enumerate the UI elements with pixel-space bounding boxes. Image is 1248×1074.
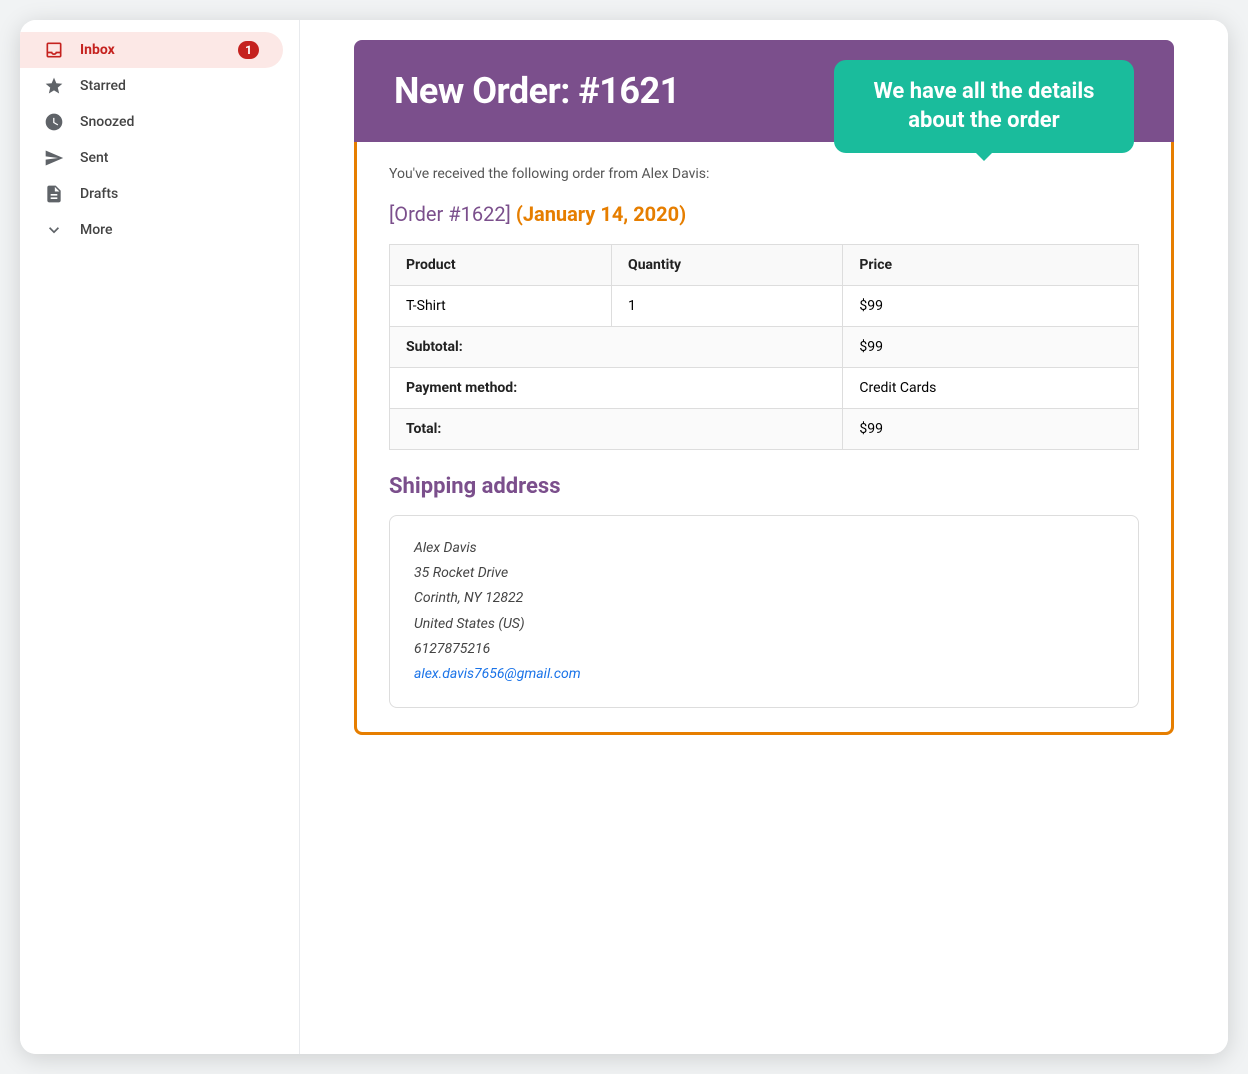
tooltip-bubble: We have all the details about the order xyxy=(834,60,1134,153)
total-row: Total: $99 xyxy=(390,409,1139,450)
sidebar-item-snoozed[interactable]: Snoozed xyxy=(20,104,283,140)
order-title-line: [Order #1622] (January 14, 2020) xyxy=(389,202,1139,226)
table-row: T-Shirt 1 $99 xyxy=(390,286,1139,327)
email-body: You've received the following order from… xyxy=(354,142,1174,735)
address-phone: 6127875216 xyxy=(414,637,1114,662)
address-street: 35 Rocket Drive xyxy=(414,561,1114,586)
sidebar-item-label: Drafts xyxy=(80,186,118,202)
subtotal-value: $99 xyxy=(843,327,1139,368)
send-icon xyxy=(44,148,64,168)
draft-icon xyxy=(44,184,64,204)
inbox-icon xyxy=(44,40,64,60)
payment-value: Credit Cards xyxy=(843,368,1139,409)
star-icon xyxy=(44,76,64,96)
address-city: Corinth, NY 12822 xyxy=(414,586,1114,611)
order-intro: You've received the following order from… xyxy=(389,166,1139,182)
address-box: Alex Davis 35 Rocket Drive Corinth, NY 1… xyxy=(389,515,1139,708)
address-name: Alex Davis xyxy=(414,536,1114,561)
subtotal-label: Subtotal: xyxy=(390,327,843,368)
order-table: Product Quantity Price T-Shirt 1 $99 xyxy=(389,244,1139,450)
table-header-row: Product Quantity Price xyxy=(390,245,1139,286)
shipping-title: Shipping address xyxy=(389,474,1139,499)
sidebar-item-starred[interactable]: Starred xyxy=(20,68,283,104)
col-price: Price xyxy=(843,245,1139,286)
address-country: United States (US) xyxy=(414,612,1114,637)
sidebar-item-label: Sent xyxy=(80,150,108,166)
payment-label: Payment method: xyxy=(390,368,843,409)
email-container: New Order: #1621 We have all the details… xyxy=(314,20,1214,775)
address-email-link[interactable]: alex.davis7656@gmail.com xyxy=(414,666,581,682)
sidebar-item-label: Snoozed xyxy=(80,114,134,130)
chevron-down-icon xyxy=(44,220,64,240)
total-label: Total: xyxy=(390,409,843,450)
sidebar-item-label: Inbox xyxy=(80,42,115,58)
sidebar-item-label: More xyxy=(80,222,113,238)
col-quantity: Quantity xyxy=(612,245,843,286)
subtotal-row: Subtotal: $99 xyxy=(390,327,1139,368)
app-window: Inbox 1 Starred Snoozed xyxy=(20,20,1228,1054)
cell-product: T-Shirt xyxy=(390,286,612,327)
order-date: (January 14, 2020) xyxy=(516,202,686,226)
cell-quantity: 1 xyxy=(612,286,843,327)
sidebar-item-inbox[interactable]: Inbox 1 xyxy=(20,32,283,68)
email-header: New Order: #1621 We have all the details… xyxy=(354,40,1174,142)
order-link[interactable]: [Order #1622] xyxy=(389,202,511,226)
tooltip-text: We have all the details about the order xyxy=(874,79,1095,133)
sidebar-item-label: Starred xyxy=(80,78,126,94)
total-value: $99 xyxy=(843,409,1139,450)
sidebar: Inbox 1 Starred Snoozed xyxy=(20,20,300,1054)
sidebar-item-drafts[interactable]: Drafts xyxy=(20,176,283,212)
address-email: alex.davis7656@gmail.com xyxy=(414,662,1114,687)
sidebar-item-sent[interactable]: Sent xyxy=(20,140,283,176)
payment-row: Payment method: Credit Cards xyxy=(390,368,1139,409)
main-content: New Order: #1621 We have all the details… xyxy=(300,20,1228,1054)
clock-icon xyxy=(44,112,64,132)
inbox-badge: 1 xyxy=(238,41,259,59)
cell-price: $99 xyxy=(843,286,1139,327)
col-product: Product xyxy=(390,245,612,286)
sidebar-item-more[interactable]: More xyxy=(20,212,283,248)
